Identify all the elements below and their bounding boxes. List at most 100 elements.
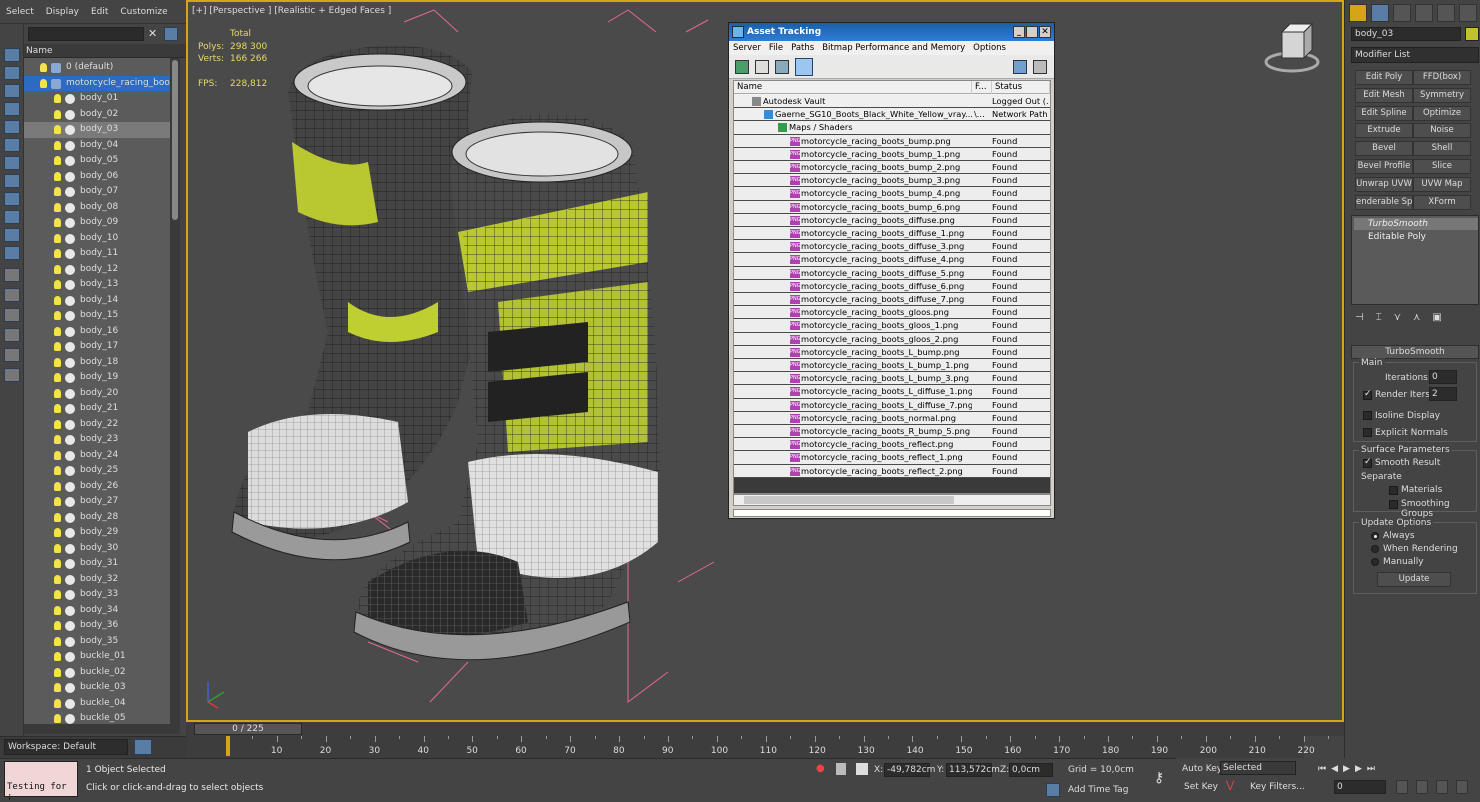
- visibility-bulb-icon[interactable]: [54, 202, 61, 212]
- asset-row[interactable]: PNGmotorcycle_racing_boots_bump_6.png Fou…: [734, 200, 1050, 214]
- asset-tracking-title[interactable]: Asset Tracking _ ✕: [729, 23, 1054, 41]
- col-f[interactable]: F...: [972, 81, 992, 94]
- scene-object-row[interactable]: body_03: [24, 122, 170, 138]
- render-toggle-icon[interactable]: [65, 140, 75, 151]
- scene-object-row[interactable]: buckle_03: [24, 680, 170, 696]
- update-button[interactable]: Update: [1377, 572, 1451, 587]
- scene-object-row[interactable]: body_11: [24, 246, 170, 262]
- asset-row[interactable]: PNGmotorcycle_racing_boots_bump.png Found: [734, 134, 1050, 148]
- at-menu-file[interactable]: File: [765, 43, 787, 53]
- modifier-button[interactable]: Slice: [1413, 159, 1471, 174]
- visibility-bulb-icon[interactable]: [54, 342, 61, 351]
- render-toggle-icon[interactable]: [51, 78, 61, 89]
- asset-row[interactable]: PNGmotorcycle_racing_boots_L_bump.png Fou…: [734, 345, 1050, 359]
- render-toggle-icon[interactable]: [65, 342, 75, 352]
- scene-object-row[interactable]: buckle_02: [24, 665, 170, 681]
- asset-row[interactable]: PNGmotorcycle_racing_boots_L_bump_3.png F…: [734, 372, 1050, 386]
- asset-row[interactable]: Gaerne_SG10_Boots_Black_White_Yellow_vra…: [734, 108, 1050, 122]
- smoothing-groups-checkbox[interactable]: [1389, 500, 1398, 509]
- smooth-result-checkbox[interactable]: [1363, 457, 1372, 468]
- render-toggle-icon[interactable]: [65, 652, 75, 662]
- asset-row[interactable]: PNGmotorcycle_racing_boots_diffuse_4.png…: [734, 253, 1050, 267]
- render-toggle-icon[interactable]: [65, 497, 75, 507]
- scene-object-row[interactable]: body_20: [24, 386, 170, 402]
- visibility-bulb-icon[interactable]: [54, 280, 61, 289]
- asset-row[interactable]: PNGmotorcycle_racing_boots_bump_1.png Fou…: [734, 147, 1050, 161]
- render-toggle-icon[interactable]: [65, 512, 75, 523]
- visibility-bulb-icon[interactable]: [54, 404, 61, 413]
- stack-item-turbosmooth[interactable]: TurboSmooth: [1354, 218, 1478, 230]
- isoline-checkbox[interactable]: [1363, 411, 1372, 420]
- at-menu-paths[interactable]: Paths: [787, 43, 818, 53]
- display-shapes-icon[interactable]: [4, 102, 20, 116]
- display-helpers-icon[interactable]: [4, 156, 20, 170]
- scene-object-row[interactable]: body_15: [24, 308, 170, 324]
- render-toggle-icon[interactable]: [65, 125, 75, 135]
- visibility-bulb-icon[interactable]: [54, 388, 61, 398]
- render-toggle-icon[interactable]: [65, 636, 75, 647]
- object-color-swatch[interactable]: [1465, 27, 1479, 41]
- asset-row[interactable]: PNGmotorcycle_racing_boots_diffuse_6.png…: [734, 279, 1050, 293]
- asset-row[interactable]: PNGmotorcycle_racing_boots_R_bump_5.png F…: [734, 425, 1050, 439]
- hierarchy-tab-icon[interactable]: [1393, 4, 1411, 22]
- modifier-button[interactable]: FFD(box): [1413, 70, 1471, 85]
- modifier-button[interactable]: XForm: [1413, 194, 1471, 210]
- modifier-button[interactable]: Symmetry: [1413, 87, 1471, 103]
- auto-key-button[interactable]: Auto Key: [1182, 764, 1222, 774]
- when-rendering-radio[interactable]: [1371, 545, 1379, 553]
- turbosmooth-rollout-header[interactable]: TurboSmooth: [1351, 345, 1479, 359]
- render-toggle-icon[interactable]: [65, 109, 75, 120]
- visibility-bulb-icon[interactable]: [54, 357, 61, 367]
- visibility-bulb-icon[interactable]: [54, 683, 61, 692]
- display-cameras-icon[interactable]: [4, 138, 20, 152]
- layers-icon[interactable]: [134, 739, 152, 755]
- modifier-button[interactable]: Optimize: [1413, 105, 1471, 121]
- visibility-bulb-icon[interactable]: [54, 481, 61, 491]
- explorer-hscrollbar[interactable]: [24, 724, 180, 734]
- sort-icon[interactable]: [4, 348, 20, 362]
- menu-select[interactable]: Select: [0, 0, 40, 24]
- display-tab-icon[interactable]: [1437, 4, 1455, 22]
- display-spacewarps-icon[interactable]: [4, 174, 20, 188]
- layer-icon[interactable]: [4, 308, 20, 322]
- asset-row[interactable]: PNGmotorcycle_racing_boots_gloos.png Foun…: [734, 306, 1050, 320]
- render-toggle-icon[interactable]: [65, 528, 75, 538]
- render-toggle-icon[interactable]: [65, 667, 75, 678]
- visibility-bulb-icon[interactable]: [54, 373, 61, 382]
- scene-object-row[interactable]: body_07: [24, 184, 170, 200]
- render-toggle-icon[interactable]: [65, 264, 75, 275]
- render-toggle-icon[interactable]: [51, 63, 61, 73]
- scene-object-row[interactable]: body_14: [24, 293, 170, 309]
- asset-path-field[interactable]: [733, 509, 1051, 517]
- visibility-bulb-icon[interactable]: [54, 667, 61, 677]
- visibility-bulb-icon[interactable]: [54, 559, 61, 568]
- display-containers-icon[interactable]: [4, 246, 20, 260]
- modifier-button[interactable]: Noise: [1413, 123, 1471, 139]
- visibility-bulb-icon[interactable]: [54, 497, 61, 506]
- asset-row[interactable]: PNGmotorcycle_racing_boots_diffuse_7.png…: [734, 293, 1050, 307]
- render-toggle-icon[interactable]: [65, 218, 75, 228]
- scene-object-row[interactable]: body_22: [24, 417, 170, 433]
- about-icon[interactable]: [1033, 60, 1047, 74]
- render-toggle-icon[interactable]: [65, 590, 75, 600]
- filter-toggle-icon[interactable]: [164, 27, 178, 41]
- scene-object-row[interactable]: body_27: [24, 494, 170, 510]
- render-toggle-icon[interactable]: [65, 233, 75, 244]
- render-toggle-icon[interactable]: [65, 295, 75, 306]
- maximize-icon[interactable]: [1026, 26, 1038, 38]
- asset-row[interactable]: PNGmotorcycle_racing_boots_L_bump_1.png F…: [734, 359, 1050, 373]
- render-toggle-icon[interactable]: [65, 280, 75, 290]
- help-icon[interactable]: [1013, 60, 1027, 74]
- time-slider[interactable]: 0 / 225: [186, 722, 1344, 736]
- scene-object-row[interactable]: body_31: [24, 556, 170, 572]
- display-geometry-icon[interactable]: [4, 84, 20, 98]
- scene-object-row[interactable]: body_28: [24, 510, 170, 526]
- render-toggle-icon[interactable]: [65, 683, 75, 693]
- modifier-button[interactable]: Bevel Profile: [1355, 159, 1413, 174]
- x-field[interactable]: -49,782cm: [884, 763, 935, 777]
- render-toggle-icon[interactable]: [65, 435, 75, 445]
- asset-row[interactable]: PNGmotorcycle_racing_boots_reflect_1.png…: [734, 451, 1050, 465]
- visibility-bulb-icon[interactable]: [54, 636, 61, 646]
- render-toggle-icon[interactable]: [65, 311, 75, 321]
- asset-row[interactable]: PNGmotorcycle_racing_boots_bump_2.png Fou…: [734, 161, 1050, 175]
